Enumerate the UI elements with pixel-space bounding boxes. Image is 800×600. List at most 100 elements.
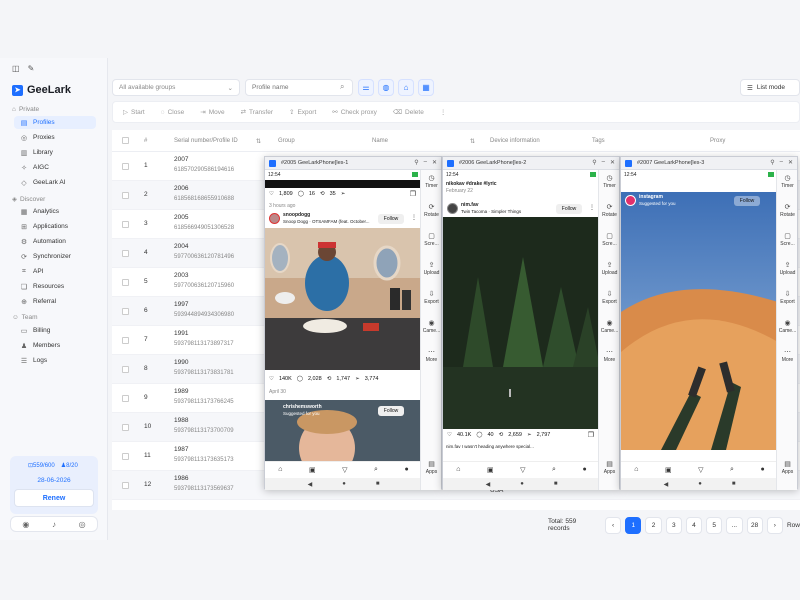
sidebar-item-logs[interactable]: ☰ Logs (14, 354, 96, 367)
tool-apps[interactable]: ▤ Apps (599, 460, 620, 475)
sidebar-item-automation[interactable]: ⚙ Automation (14, 235, 96, 248)
tag-button[interactable]: ⌂ (398, 79, 414, 96)
follow-button[interactable]: Follow (734, 196, 760, 206)
row-checkbox[interactable] (122, 250, 129, 257)
search-icon[interactable]: ⌕ (730, 466, 734, 474)
back-icon[interactable]: ◀ (664, 481, 669, 488)
edit-icon[interactable]: ✎ (28, 64, 35, 73)
avatar[interactable] (447, 203, 458, 214)
minimize-icon[interactable]: – (780, 159, 783, 166)
calendar-button[interactable]: ▦ (418, 79, 434, 96)
select-all-checkbox[interactable] (122, 137, 129, 144)
tool-rotate[interactable]: ⟳ Rotate (777, 203, 798, 218)
repost-icon[interactable]: ⟲ (320, 191, 325, 197)
back-icon[interactable]: ◀ (486, 481, 491, 488)
tool-scre[interactable]: ▢ Scre... (421, 232, 442, 247)
home-button-icon[interactable]: ● (698, 481, 702, 487)
support-icon[interactable]: ◉ (22, 520, 29, 529)
follow-button[interactable]: Follow (378, 214, 404, 224)
heart-icon[interactable]: ♡ (447, 432, 452, 438)
row-checkbox[interactable] (122, 424, 129, 431)
profile-avatar-icon[interactable]: ● (582, 466, 586, 473)
search-icon[interactable]: ⌕ (374, 466, 378, 474)
rows-per-page-label[interactable]: Row (787, 522, 800, 529)
recents-icon[interactable]: ■ (376, 481, 380, 487)
recents-icon[interactable]: ■ (554, 481, 558, 487)
name-sort-icon[interactable]: ⇅ (470, 138, 475, 145)
send-icon[interactable]: ▽ (342, 466, 347, 474)
tool-more[interactable]: ⋯ More (421, 348, 442, 363)
home-button-icon[interactable]: ● (520, 481, 524, 487)
phone-3-titlebar[interactable]: #2007 GeeLarkPhone[les-3 ⚲ – ✕ (621, 157, 797, 170)
reels-icon[interactable]: ▣ (309, 466, 316, 474)
post-image-jet-dinner[interactable] (265, 228, 422, 370)
tool-export[interactable]: ⇩ Export (777, 290, 798, 305)
row-checkbox[interactable] (122, 337, 129, 344)
renew-button[interactable]: Renew (14, 489, 94, 507)
tool-rotate[interactable]: ⟳ Rotate (421, 203, 442, 218)
tool-upload[interactable]: ⇪ Upload (777, 261, 798, 276)
tool-scre[interactable]: ▢ Scre... (777, 232, 798, 247)
sidebar-item-members[interactable]: ♟ Members (14, 339, 96, 352)
reels-icon[interactable]: ▣ (487, 466, 494, 474)
delete-button[interactable]: ⌫ Delete (393, 108, 424, 117)
bookmark-icon[interactable]: ❐ (410, 190, 416, 198)
send-icon[interactable]: ▽ (520, 466, 525, 474)
row-checkbox[interactable] (122, 482, 129, 489)
sort-icon[interactable]: ⇅ (256, 138, 261, 145)
sidebar-item-analytics[interactable]: ▦ Analytics (14, 205, 96, 218)
phone-window-2[interactable]: #2006 GeeLarkPhone[les-2 ⚲ – ✕ 12:54 nikok… (442, 156, 620, 490)
heart-icon[interactable]: ♡ (269, 191, 274, 197)
page-2[interactable]: 2 (645, 516, 662, 534)
notification-bell-icon[interactable]: ♪ (52, 520, 56, 529)
close-icon[interactable]: ✕ (610, 159, 615, 166)
bookmark-icon[interactable]: ❐ (588, 431, 594, 439)
comment-icon[interactable]: ◯ (298, 191, 304, 197)
row-checkbox[interactable] (122, 279, 129, 286)
row-checkbox[interactable] (122, 453, 129, 460)
phone-2-titlebar[interactable]: #2006 GeeLarkPhone[les-2 ⚲ – ✕ (443, 157, 619, 170)
more-options-icon[interactable]: ⋮ (589, 204, 595, 211)
row-checkbox[interactable] (122, 395, 129, 402)
comment-icon[interactable]: ◯ (476, 432, 482, 438)
brand-logo[interactable]: ➤ GeeLark (12, 84, 71, 96)
sidebar-item-aigc[interactable]: ✧ AIGC (14, 161, 96, 174)
row-checkbox[interactable] (122, 192, 129, 199)
comment-icon[interactable]: ◯ (297, 376, 303, 382)
row-checkbox[interactable] (122, 163, 129, 170)
panel-toggle-icon[interactable]: ◫ (12, 64, 20, 73)
pin-icon[interactable]: ⚲ (414, 159, 418, 166)
sidebar-item-geelark-ai[interactable]: ◇ GeeLark AI (14, 176, 96, 189)
tool-came[interactable]: ◉ Came... (777, 319, 798, 334)
bucket-button[interactable]: ◍ (378, 79, 394, 96)
sidebar-item-resources[interactable]: ❏ Resources (14, 280, 96, 293)
check-proxy-button[interactable]: ⚯ Check proxy (332, 108, 377, 117)
pin-icon[interactable]: ⚲ (770, 159, 774, 166)
send-icon[interactable]: ➢ (341, 191, 346, 197)
page-1[interactable]: 1 (625, 516, 642, 534)
send-icon[interactable]: ▽ (698, 466, 703, 474)
more-actions-icon[interactable]: ⋮ (440, 108, 447, 116)
sidebar-item-proxies[interactable]: ◎ Proxies (14, 131, 96, 144)
tool-apps[interactable]: ▤ Apps (421, 460, 442, 475)
avatar[interactable] (625, 195, 636, 206)
phone-window-3[interactable]: #2007 GeeLarkPhone[les-3 ⚲ – ✕ 12:54 insta… (620, 156, 798, 490)
page-3[interactable]: 3 (665, 516, 682, 534)
home-icon[interactable]: ⌂ (456, 466, 460, 473)
repost-icon[interactable]: ⟲ (499, 432, 504, 438)
phone-1-titlebar[interactable]: #2005 GeeLarkPhone[les-1 ⚲ – ✕ (265, 157, 441, 170)
follow-button[interactable]: Follow (378, 406, 404, 416)
profile-avatar-icon[interactable]: ● (404, 466, 408, 473)
home-icon[interactable]: ⌂ (634, 466, 638, 473)
phone-window-1[interactable]: #2005 GeeLarkPhone[les-1 ⚲ – ✕ 12:54 ♡ 1,80… (264, 156, 442, 490)
col-serial[interactable]: Serial number/Profile ID (174, 138, 238, 144)
sidebar-item-applications[interactable]: ⊞ Applications (14, 220, 96, 233)
filter-settings-button[interactable]: ⚌ (358, 79, 374, 96)
home-icon[interactable]: ⌂ (278, 466, 282, 473)
tool-timer[interactable]: ◷ Timer (421, 174, 442, 189)
tool-timer[interactable]: ◷ Timer (777, 174, 798, 189)
close-icon[interactable]: ✕ (788, 159, 793, 166)
row-checkbox[interactable] (122, 366, 129, 373)
close-button[interactable]: ◌ Close (161, 109, 185, 116)
tool-scre[interactable]: ▢ Scre... (599, 232, 620, 247)
